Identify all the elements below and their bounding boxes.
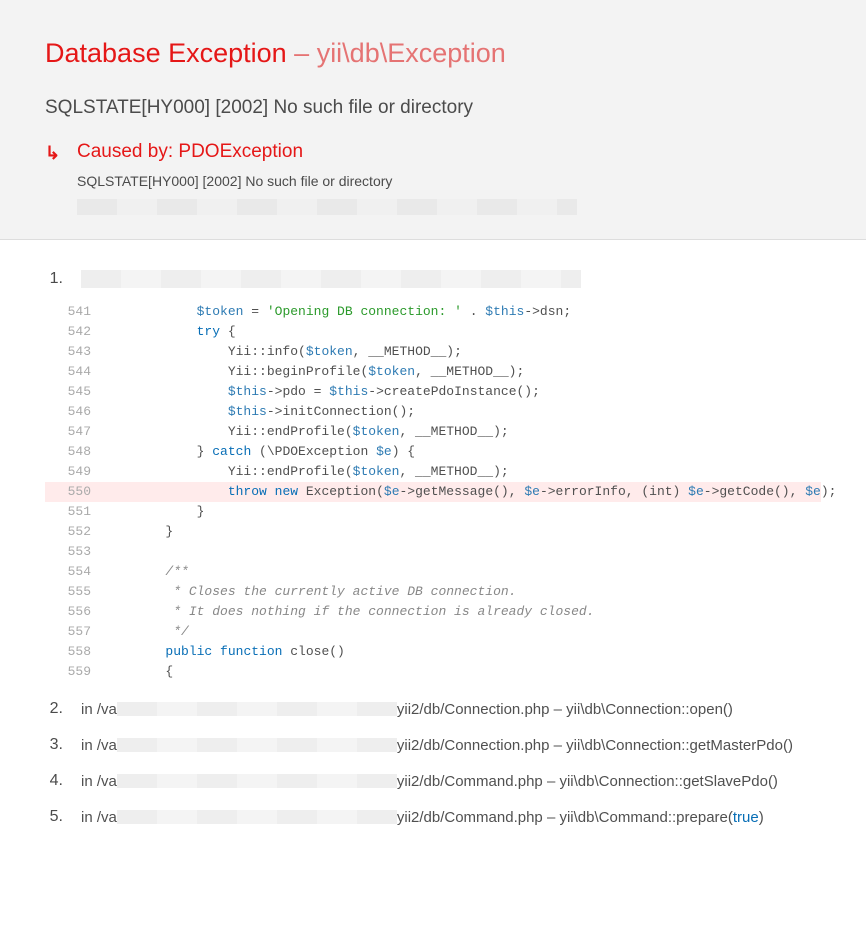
trace-method: yii\db\Connection::open() — [566, 701, 733, 718]
code-line: 544 Yii::beginProfile($token, __METHOD__… — [45, 362, 821, 382]
line-number: 543 — [45, 342, 103, 362]
code-line: 545 $this->pdo = $this->createPdoInstanc… — [45, 382, 821, 402]
code-line: 558 public function close() — [45, 642, 821, 662]
redacted-path — [81, 270, 581, 288]
line-number: 547 — [45, 422, 103, 442]
code-line: 559 { — [45, 662, 821, 682]
trace-path-text: in /vayii2/db/Command.php – yii\db\Conne… — [81, 773, 778, 790]
trace-item[interactable]: 3. in /vayii2/db/Connection.php – yii\db… — [45, 736, 821, 754]
trace-number: 4. — [45, 772, 63, 790]
line-number: 557 — [45, 622, 103, 642]
line-number: 544 — [45, 362, 103, 382]
trace-path-text: in /vayii2/db/Connection.php – yii\db\Co… — [81, 701, 733, 718]
line-number: 545 — [45, 382, 103, 402]
redacted-path — [117, 738, 397, 752]
trace-path-text: in /vayii2/db/Connection.php – yii\db\Co… — [81, 737, 793, 754]
trace-head: 2. in /vayii2/db/Connection.php – yii\db… — [45, 700, 821, 718]
redacted-path — [117, 810, 397, 824]
trace-item[interactable]: 1. 541 $token = 'Opening DB connection: … — [45, 270, 821, 682]
line-number: 556 — [45, 602, 103, 622]
code-line: 556 * It does nothing if the connection … — [45, 602, 821, 622]
code-line: 549 Yii::endProfile($token, __METHOD__); — [45, 462, 821, 482]
code-line: 555 * Closes the currently active DB con… — [45, 582, 821, 602]
trace-path-text: in /vayii2/db/Command.php – yii\db\Comma… — [81, 809, 764, 826]
line-number: 555 — [45, 582, 103, 602]
code-line: 557 */ — [45, 622, 821, 642]
line-number: 546 — [45, 402, 103, 422]
trace-number: 1. — [45, 270, 63, 288]
trace-item[interactable]: 5. in /vayii2/db/Command.php – yii\db\Co… — [45, 808, 821, 826]
code-line: 543 Yii::info($token, __METHOD__); — [45, 342, 821, 362]
line-number: 558 — [45, 642, 103, 662]
line-number: 542 — [45, 322, 103, 342]
trace-item[interactable]: 4. in /vayii2/db/Command.php – yii\db\Co… — [45, 772, 821, 790]
stack-trace: 1. 541 $token = 'Opening DB connection: … — [0, 240, 866, 854]
exception-class-link[interactable]: yii\db\Exception — [317, 38, 506, 68]
line-number: 559 — [45, 662, 103, 682]
caused-by-arrow-icon: ↳ — [45, 143, 60, 164]
line-number: 541 — [45, 302, 103, 322]
error-header: Database Exception – yii\db\Exception SQ… — [0, 0, 866, 240]
trace-method: yii\db\Connection::getSlavePdo() — [559, 773, 777, 790]
trace-item[interactable]: 2. in /vayii2/db/Connection.php – yii\db… — [45, 700, 821, 718]
trace-head: 1. — [45, 270, 821, 288]
trace-number: 2. — [45, 700, 63, 718]
redacted-path — [117, 702, 397, 716]
code-line: 547 Yii::endProfile($token, __METHOD__); — [45, 422, 821, 442]
code-line: 552 } — [45, 522, 821, 542]
trace-method: yii\db\Connection::getMasterPdo() — [566, 737, 793, 754]
code-line: 541 $token = 'Opening DB connection: ' .… — [45, 302, 821, 322]
trace-head: 4. in /vayii2/db/Command.php – yii\db\Co… — [45, 772, 821, 790]
trace-number: 3. — [45, 736, 63, 754]
code-line: 546 $this->initConnection(); — [45, 402, 821, 422]
line-number: 553 — [45, 542, 103, 562]
caused-by-block: ↳ Caused by: PDOException SQLSTATE[HY000… — [45, 141, 821, 215]
line-number: 549 — [45, 462, 103, 482]
line-number: 551 — [45, 502, 103, 522]
caused-by-message: SQLSTATE[HY000] [2002] No such file or d… — [77, 173, 821, 189]
line-number: 550 — [45, 482, 103, 502]
redacted-path — [117, 774, 397, 788]
trace-method: yii\db\Command::prepare( — [559, 809, 732, 826]
code-line: 548 } catch (\PDOException $e) { — [45, 442, 821, 462]
caused-by-title: Caused by: PDOException — [77, 141, 821, 163]
source-code-block: 541 $token = 'Opening DB connection: ' .… — [45, 302, 821, 682]
redacted-path — [77, 199, 577, 215]
line-number: 552 — [45, 522, 103, 542]
title-dash: – — [287, 38, 317, 68]
code-line: 554 /** — [45, 562, 821, 582]
trace-head: 3. in /vayii2/db/Connection.php – yii\db… — [45, 736, 821, 754]
code-line: 542 try { — [45, 322, 821, 342]
trace-head: 5. in /vayii2/db/Command.php – yii\db\Co… — [45, 808, 821, 826]
arg-true: true — [733, 809, 759, 826]
error-message: SQLSTATE[HY000] [2002] No such file or d… — [45, 97, 821, 119]
trace-number: 5. — [45, 808, 63, 826]
code-line: 551 } — [45, 502, 821, 522]
code-line-highlighted: 550 throw new Exception($e->getMessage()… — [45, 482, 821, 502]
line-number: 554 — [45, 562, 103, 582]
line-number: 548 — [45, 442, 103, 462]
error-title: Database Exception – yii\db\Exception — [45, 38, 821, 69]
code-line: 553 — [45, 542, 821, 562]
title-main: Database Exception — [45, 38, 287, 68]
